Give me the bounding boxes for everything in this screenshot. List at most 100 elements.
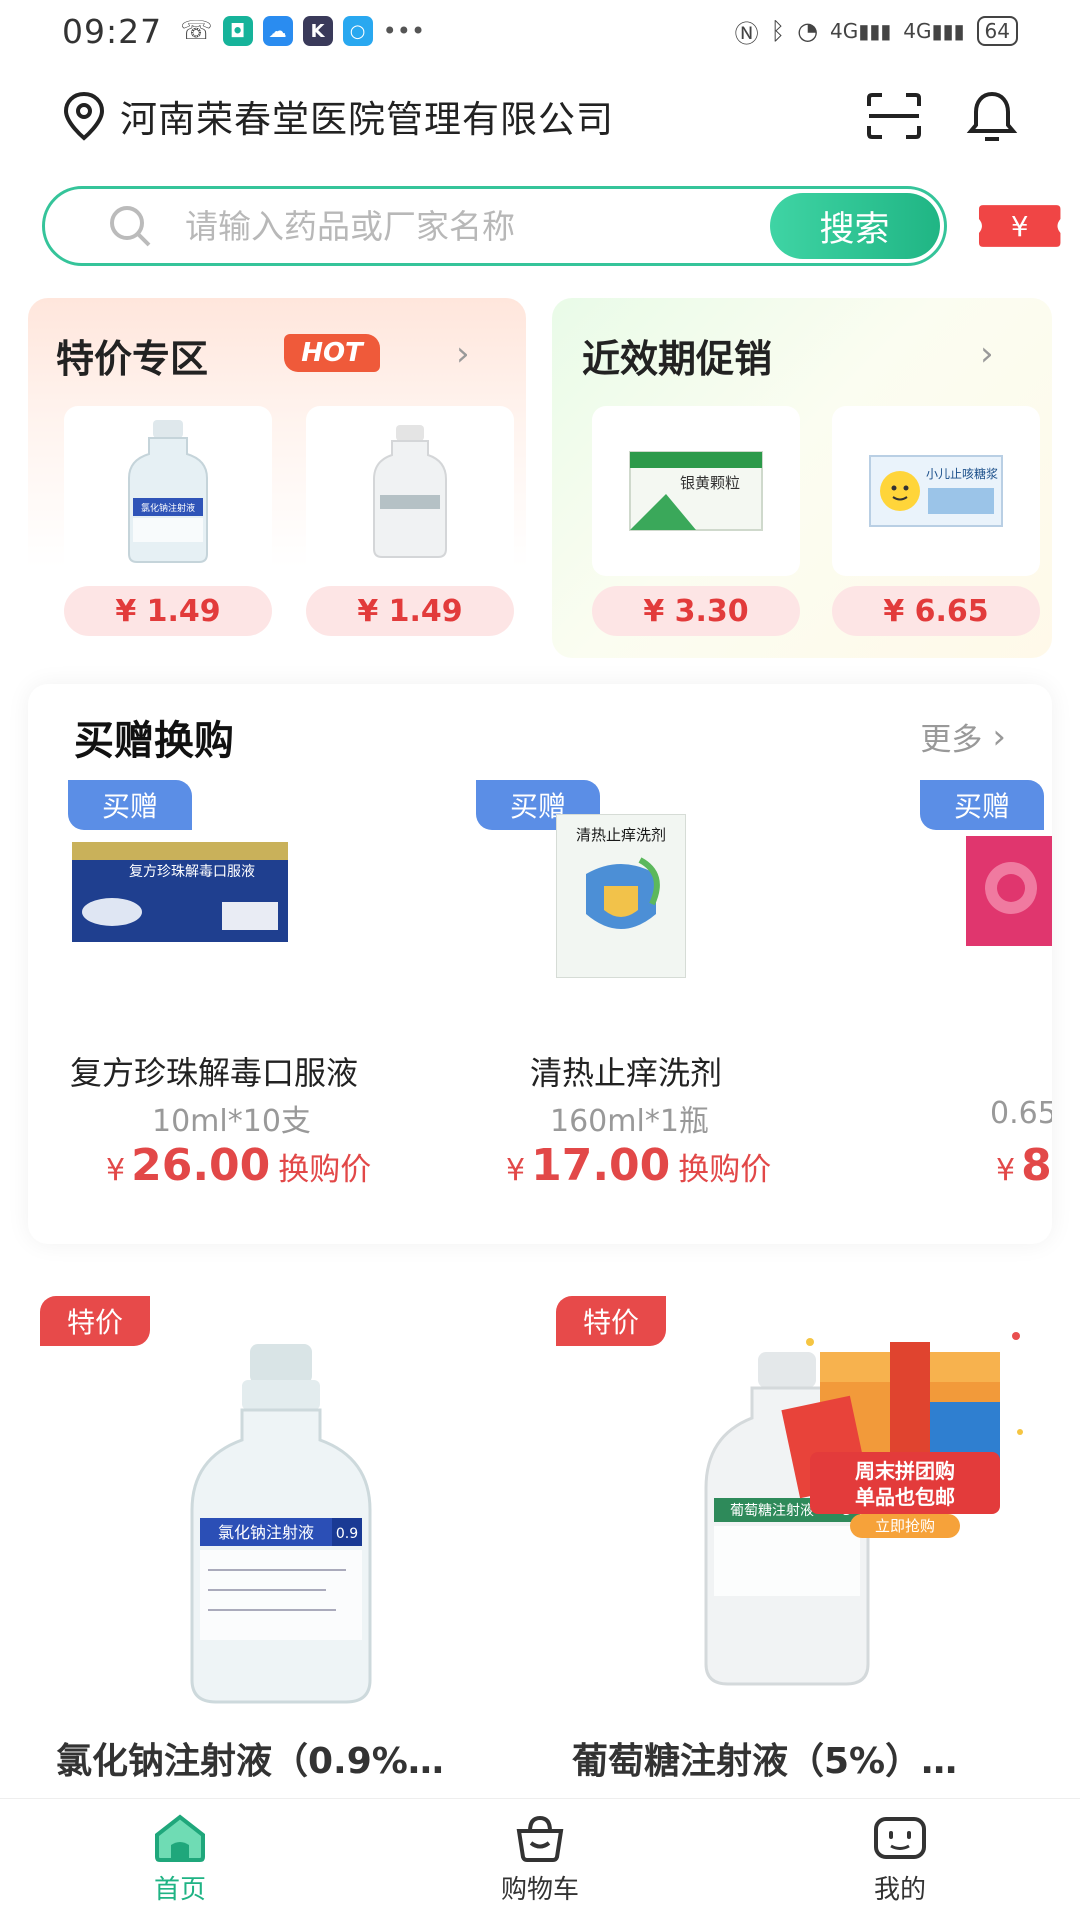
chevron-right-icon[interactable]: › (456, 334, 470, 374)
search-box[interactable]: 搜索 (42, 186, 947, 266)
bluetooth-icon: ᛒ (770, 17, 786, 45)
product-card[interactable]: 特价 氯化钠注射液 0.9 氯化钠注射液（0.9%… (36, 1292, 530, 1792)
nav-cart-label: 购物车 (500, 1875, 579, 1905)
special-item-card[interactable] (306, 406, 514, 576)
company-name[interactable]: 河南荣春堂医院管理有限公司 (120, 89, 614, 143)
pearl-oral-liquid-image: 复方珍珠解毒口服液 (72, 842, 288, 942)
search-icon (110, 206, 151, 247)
gift-item-card[interactable]: 买赠 清热止痒洗剂 清热止痒洗剂 160ml*1瓶 ¥ 17.00 换购价 (476, 780, 876, 1200)
special-price-tag: 特价 (40, 1296, 150, 1346)
weather-icon: ☁ (262, 16, 293, 46)
gift-item-spec: 0.65 (990, 1096, 1052, 1131)
near-expiry-promotion[interactable]: 近效期促销 › 银黄颗粒 小儿止咳糖浆 ¥ 3.30 ¥ 6.65 (552, 298, 1052, 658)
special-item-card[interactable]: 氯化钠注射液 (64, 406, 272, 576)
network-2-label: 4G (903, 19, 932, 43)
bottle-label-text: 氯化钠注射液 (218, 1523, 314, 1542)
status-system-icons: Ⓝ ᛒ ◔ 4G▮▮▮ 4G▮▮▮ 64 (735, 14, 1018, 49)
scan-icon[interactable] (866, 92, 922, 140)
search-app-icon: ○ (342, 16, 373, 46)
gift-item-card[interactable]: 买赠 0.65 ¥ 8 (920, 780, 1052, 1200)
location-pin-icon[interactable] (62, 91, 106, 141)
missed-call-icon: ☏ (180, 16, 213, 46)
search-input[interactable] (185, 206, 745, 246)
bottom-navigation: 首页 购物车 我的 (0, 1798, 1080, 1920)
gift-item-price: ¥ 8 (996, 1140, 1052, 1191)
itch-wash-box-text: 清热止痒洗剂 (576, 826, 666, 844)
cart-icon (516, 1815, 564, 1862)
profile-icon (874, 1817, 926, 1859)
signal-2-icon: 4G▮▮▮ (903, 19, 965, 43)
itch-wash-image: 清热止痒洗剂 (556, 814, 686, 978)
group-buy-promo-graphic[interactable]: 周末拼团购 单品也包邮 立即抢购 (780, 1312, 1030, 1542)
saline-bottle-image: 氯化钠注射液 (128, 420, 208, 563)
nav-cart[interactable]: 购物车 (360, 1799, 720, 1920)
sodium-chloride-bottle-image: 氯化钠注射液 0.9 (190, 1344, 372, 1704)
gift-item-name: 清热止痒洗剂 (530, 1054, 723, 1092)
app-k-icon: K (302, 16, 333, 46)
special-price-zone[interactable]: 特价专区 HOT › 氯化钠注射液 ¥ 1.49 ¥ 1.49 (28, 298, 526, 658)
gift-item-card[interactable]: 买赠 复方珍珠解毒口服液 复方珍珠解毒口服液 10ml*10支 ¥ 26.00 … (68, 780, 472, 1200)
gift-item-price: ¥ 17.00 换购价 (506, 1140, 771, 1191)
exchange-price-label: 换购价 (278, 1152, 372, 1188)
group-buy-line-1: 周末拼团购 (855, 1459, 955, 1483)
expiry-item-price: ¥ 6.65 (832, 586, 1040, 636)
search-button[interactable]: 搜索 (769, 193, 940, 259)
product-name: 氯化钠注射液（0.9%… (56, 1741, 444, 1782)
chevron-right-icon[interactable]: › (980, 334, 994, 374)
expiry-item-card[interactable]: 银黄颗粒 (592, 406, 800, 576)
price-amount: 17.00 (531, 1140, 671, 1191)
nav-home[interactable]: 首页 (0, 1799, 360, 1920)
pearl-box-text: 复方珍珠解毒口服液 (129, 863, 255, 880)
price-currency: ¥ (106, 1153, 126, 1188)
gift-item-price: ¥ 26.00 换购价 (106, 1140, 371, 1191)
nav-profile-label: 我的 (873, 1875, 926, 1905)
wifi-icon: ◔ (797, 17, 819, 45)
status-bar: 09:27 ☏ ◘ ☁ K ○ ••• Ⓝ ᛒ ◔ 4G▮▮▮ 4G▮▮▮ 64 (0, 0, 1080, 62)
app-notification-icon: ◘ (222, 16, 253, 46)
gift-item-name: 复方珍珠解毒口服液 (70, 1054, 359, 1092)
status-notification-icons: ☏ ◘ ☁ K ○ ••• (180, 16, 425, 46)
gift-section-title: 买赠换购 (74, 718, 234, 764)
yinhuang-granules-image: 银黄颗粒 (629, 451, 763, 531)
yinhuang-box-text: 银黄颗粒 (680, 474, 740, 492)
gift-item-spec: 160ml*1瓶 (550, 1104, 709, 1139)
more-link[interactable]: 更多 › (920, 714, 1006, 759)
hot-badge: HOT (284, 334, 380, 372)
bell-icon[interactable] (966, 89, 1018, 143)
gift-item-spec: 10ml*10支 (152, 1104, 311, 1139)
nav-profile[interactable]: 我的 (720, 1799, 1080, 1920)
group-buy-line-2: 单品也包邮 (855, 1485, 955, 1509)
price-amount: 26.00 (131, 1140, 271, 1191)
cough-syrup-image: 小儿止咳糖浆 (869, 455, 1003, 527)
nfc-icon: Ⓝ (734, 19, 759, 48)
special-zone-title: 特价专区 (56, 337, 209, 381)
special-item-price: ¥ 1.49 (64, 586, 272, 636)
product-name: 葡萄糖注射液（5%）… (572, 1741, 958, 1782)
expiry-item-card[interactable]: 小儿止咳糖浆 (832, 406, 1040, 576)
bottle-label-pct: 0.9 (336, 1526, 358, 1542)
network-1-label: 4G (830, 19, 859, 43)
battery-icon: 64 (976, 16, 1018, 46)
group-buy-button[interactable]: 立即抢购 (875, 1517, 935, 1535)
nav-home-label: 首页 (153, 1875, 206, 1905)
near-expiry-title: 近效期促销 (582, 337, 773, 381)
chevron-right-icon: › (992, 716, 1006, 757)
glass-bottle-image (373, 425, 447, 558)
buy-gift-exchange-section: 买赠换购 更多 › 买赠 复方珍珠解毒口服液 复方珍珠解毒口服液 10ml*10… (28, 684, 1052, 1244)
home-icon (155, 1814, 205, 1862)
coupon-icon[interactable]: ¥ (977, 201, 1062, 251)
signal-1-icon: 4G▮▮▮ (830, 19, 892, 43)
more-notifications-icon: ••• (382, 17, 426, 45)
price-amount: 8 (1021, 1140, 1052, 1191)
product-card[interactable]: 特价 葡萄糖注射液 5 周末拼团购 单品也包邮 立即抢购 葡萄糖注射液（5%）… (552, 1292, 1044, 1792)
price-currency: ¥ (996, 1153, 1016, 1188)
search-row: 搜索 ¥ (42, 186, 1062, 266)
buy-gift-tag: 买赠 (68, 780, 192, 830)
status-time: 09:27 (62, 11, 163, 51)
saline-label-text: 氯化钠注射液 (141, 502, 195, 514)
special-item-price: ¥ 1.49 (306, 586, 514, 636)
coupon-symbol: ¥ (1010, 210, 1028, 243)
exchange-price-label: 换购价 (678, 1152, 772, 1188)
header: 河南荣春堂医院管理有限公司 (0, 78, 1080, 154)
expiry-item-price: ¥ 3.30 (592, 586, 800, 636)
